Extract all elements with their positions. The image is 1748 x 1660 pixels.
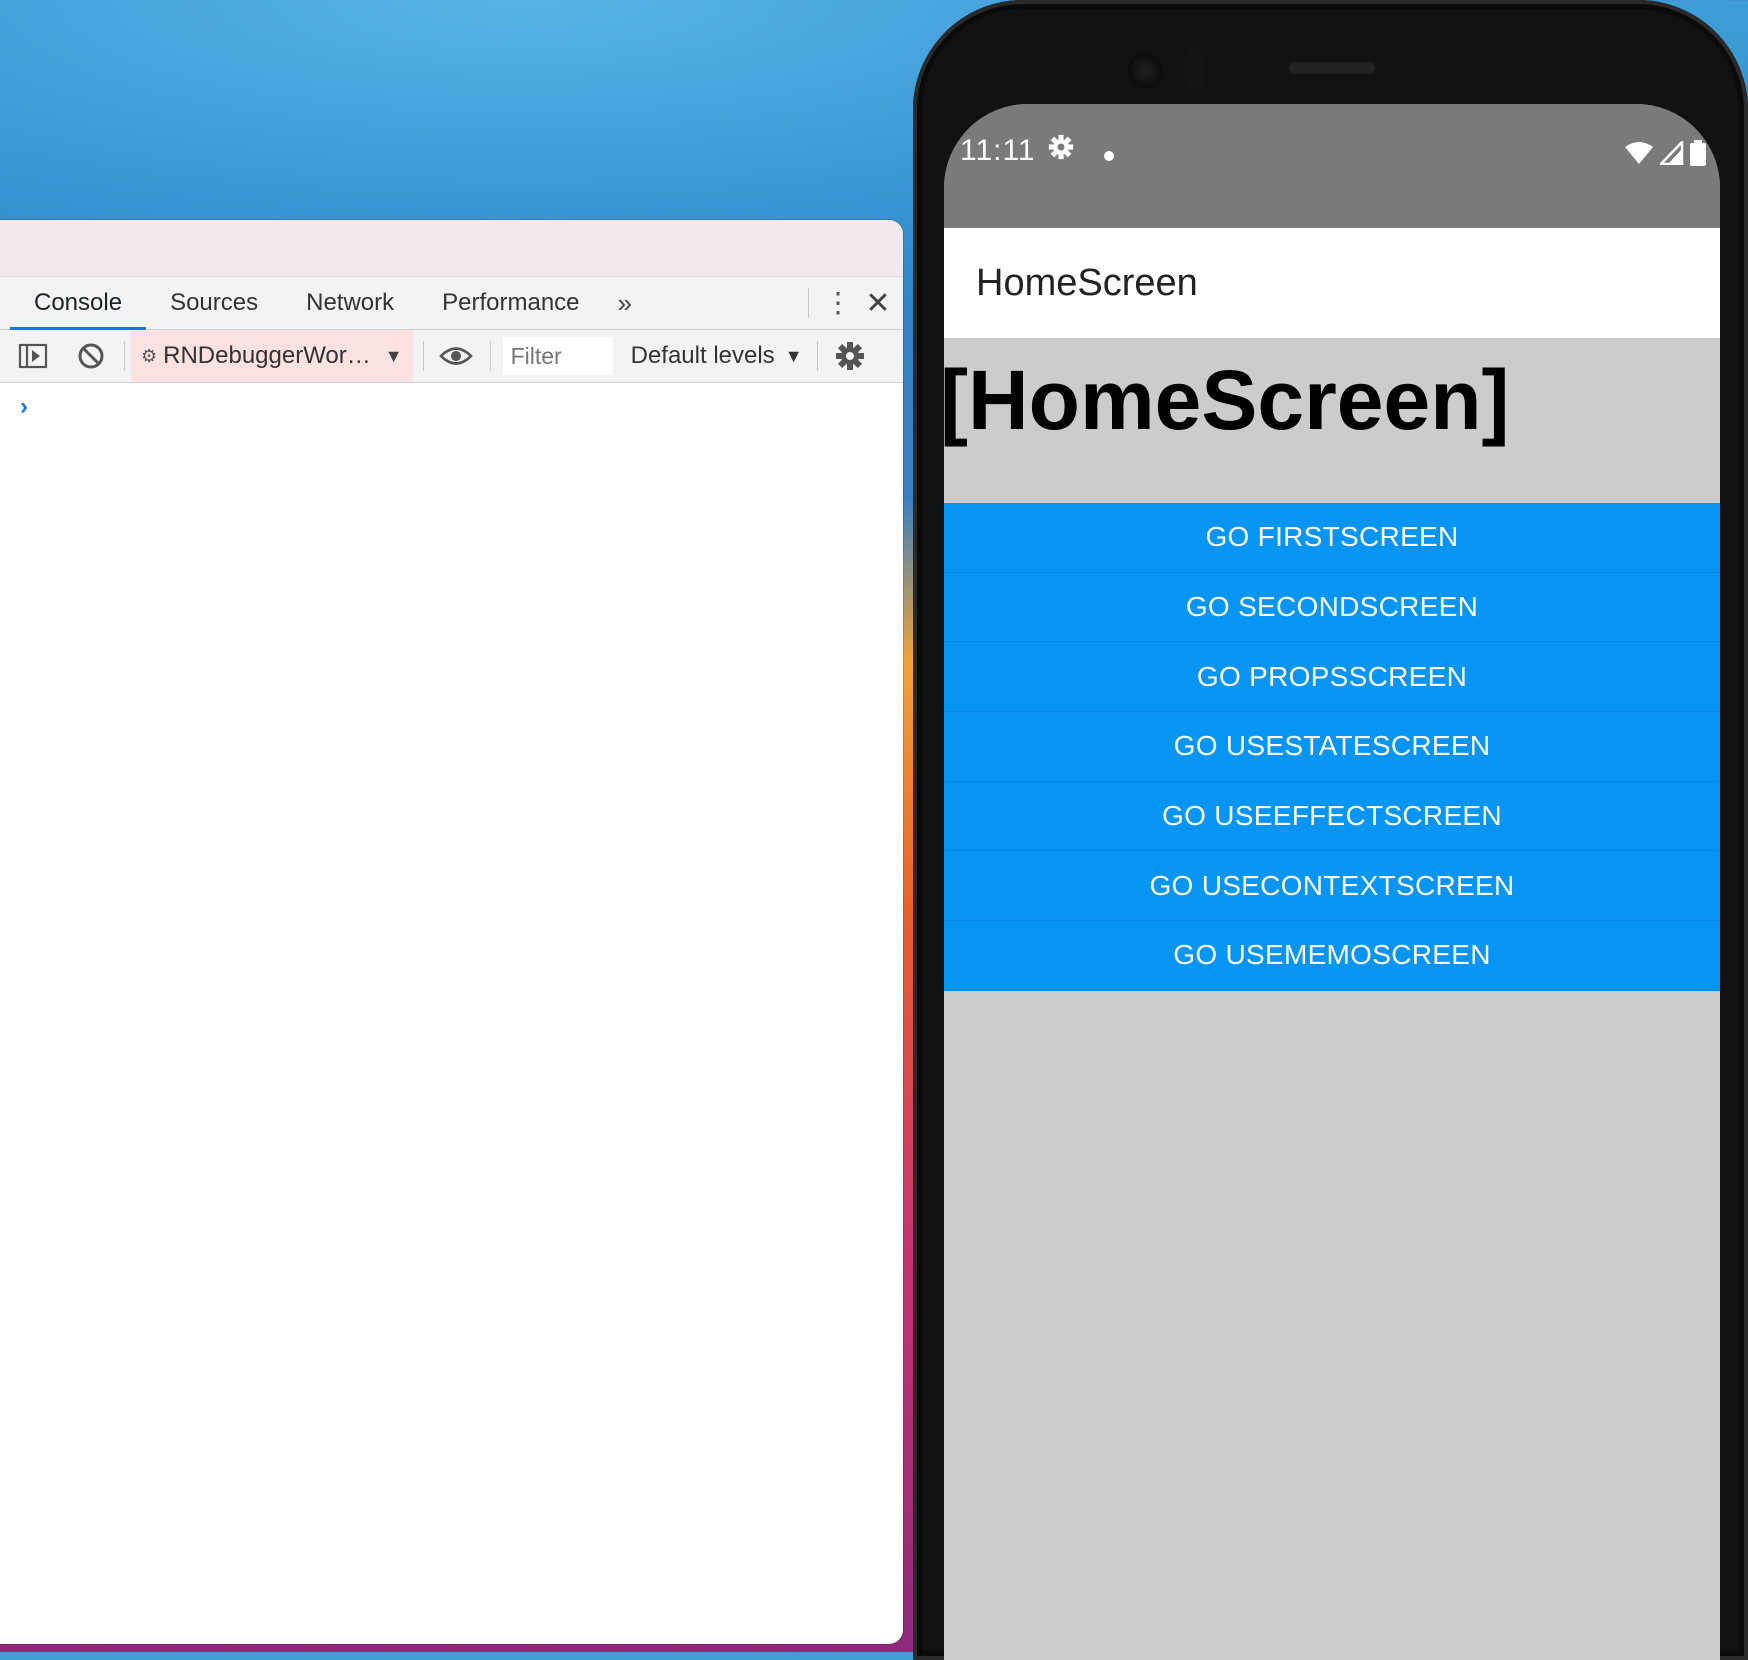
tab-network[interactable]: Network <box>282 277 418 329</box>
signal-icon <box>1660 141 1684 165</box>
notification-dot-icon <box>1104 151 1114 161</box>
go-usestatescreen-button[interactable]: GO USESTATESCREEN <box>944 712 1720 782</box>
phone-screen: 11:11 HomeScreen [HomeScreen] GO FIRSTSC… <box>944 104 1720 1660</box>
tab-sources[interactable]: Sources <box>146 277 282 329</box>
go-firstscreen-button[interactable]: GO FIRSTSCREEN <box>944 503 1720 573</box>
divider <box>422 341 424 371</box>
tab-label: Sources <box>170 289 259 316</box>
eye-icon[interactable] <box>434 330 478 382</box>
filter-input[interactable] <box>502 337 613 375</box>
tab-label: Network <box>306 289 395 316</box>
settings-icon <box>1048 134 1074 165</box>
levels-label: Default levels <box>630 342 775 369</box>
status-time: 11:11 <box>960 134 1036 167</box>
header-title: HomeScreen <box>976 261 1198 304</box>
console-prompt-icon[interactable]: › <box>20 393 28 421</box>
tabbar-actions: ⋮ ✕ <box>794 277 903 329</box>
context-label: RNDebuggerWor… <box>163 342 371 369</box>
go-secondscreen-button[interactable]: GO SECONDSCREEN <box>944 572 1720 643</box>
go-usememoscreen-button[interactable]: GO USEMEMOSCREEN <box>944 921 1720 991</box>
devtools-window: Console Sources Network Performance » ⋮ … <box>0 220 903 1644</box>
wifi-icon <box>1625 142 1653 164</box>
dropdown-caret-icon: ▼ <box>384 345 403 366</box>
show-sidebar-icon[interactable] <box>4 330 62 382</box>
double-chevron-right-icon[interactable]: » <box>604 277 646 329</box>
status-icons <box>1624 140 1706 166</box>
clear-console-icon[interactable] <box>62 330 120 382</box>
proximity-sensor <box>1185 48 1203 90</box>
tab-label: Console <box>34 289 123 316</box>
tab-label: Performance <box>442 289 580 316</box>
screen-heading: [HomeScreen] <box>944 353 1510 447</box>
console-toolbar: ⚙ RNDebuggerWor… ▼ Default levels ▼ <box>0 330 903 383</box>
divider <box>816 341 818 371</box>
battery-icon <box>1690 140 1706 166</box>
app-header: HomeScreen <box>944 228 1720 338</box>
gear-icon: ⚙ <box>141 345 158 366</box>
divider <box>489 341 491 371</box>
divider <box>808 288 809 318</box>
earpiece-speaker <box>1289 62 1375 74</box>
context-selector[interactable]: ⚙ RNDebuggerWor… ▼ <box>131 330 413 382</box>
go-propsscreen-button[interactable]: GO PROPSSCREEN <box>944 642 1720 713</box>
gear-icon[interactable] <box>828 330 872 382</box>
divider <box>124 341 125 371</box>
close-icon[interactable]: ✕ <box>853 286 903 321</box>
go-usecontextscreen-button[interactable]: GO USECONTEXTSCREEN <box>944 851 1720 922</box>
dropdown-caret-icon: ▼ <box>784 345 803 366</box>
tab-performance[interactable]: Performance <box>418 277 603 329</box>
kebab-menu-icon[interactable]: ⋮ <box>823 289 853 317</box>
phone-emulator-frame: 11:11 HomeScreen [HomeScreen] GO FIRSTSC… <box>913 0 1748 1660</box>
log-levels-dropdown[interactable]: Default levels ▼ <box>621 342 813 370</box>
navigation-button-list: GO FIRSTSCREEN GO SECONDSCREEN GO PROPSS… <box>944 503 1720 991</box>
window-titlebar <box>0 220 903 277</box>
devtools-tabbar: Console Sources Network Performance » ⋮ … <box>0 277 903 330</box>
console-output[interactable]: › <box>0 383 903 1583</box>
status-bar: 11:11 <box>944 104 1720 228</box>
tab-console[interactable]: Console <box>10 277 147 330</box>
go-useeffectscreen-button[interactable]: GO USEEFFECTSCREEN <box>944 781 1720 852</box>
front-camera <box>1126 52 1164 90</box>
